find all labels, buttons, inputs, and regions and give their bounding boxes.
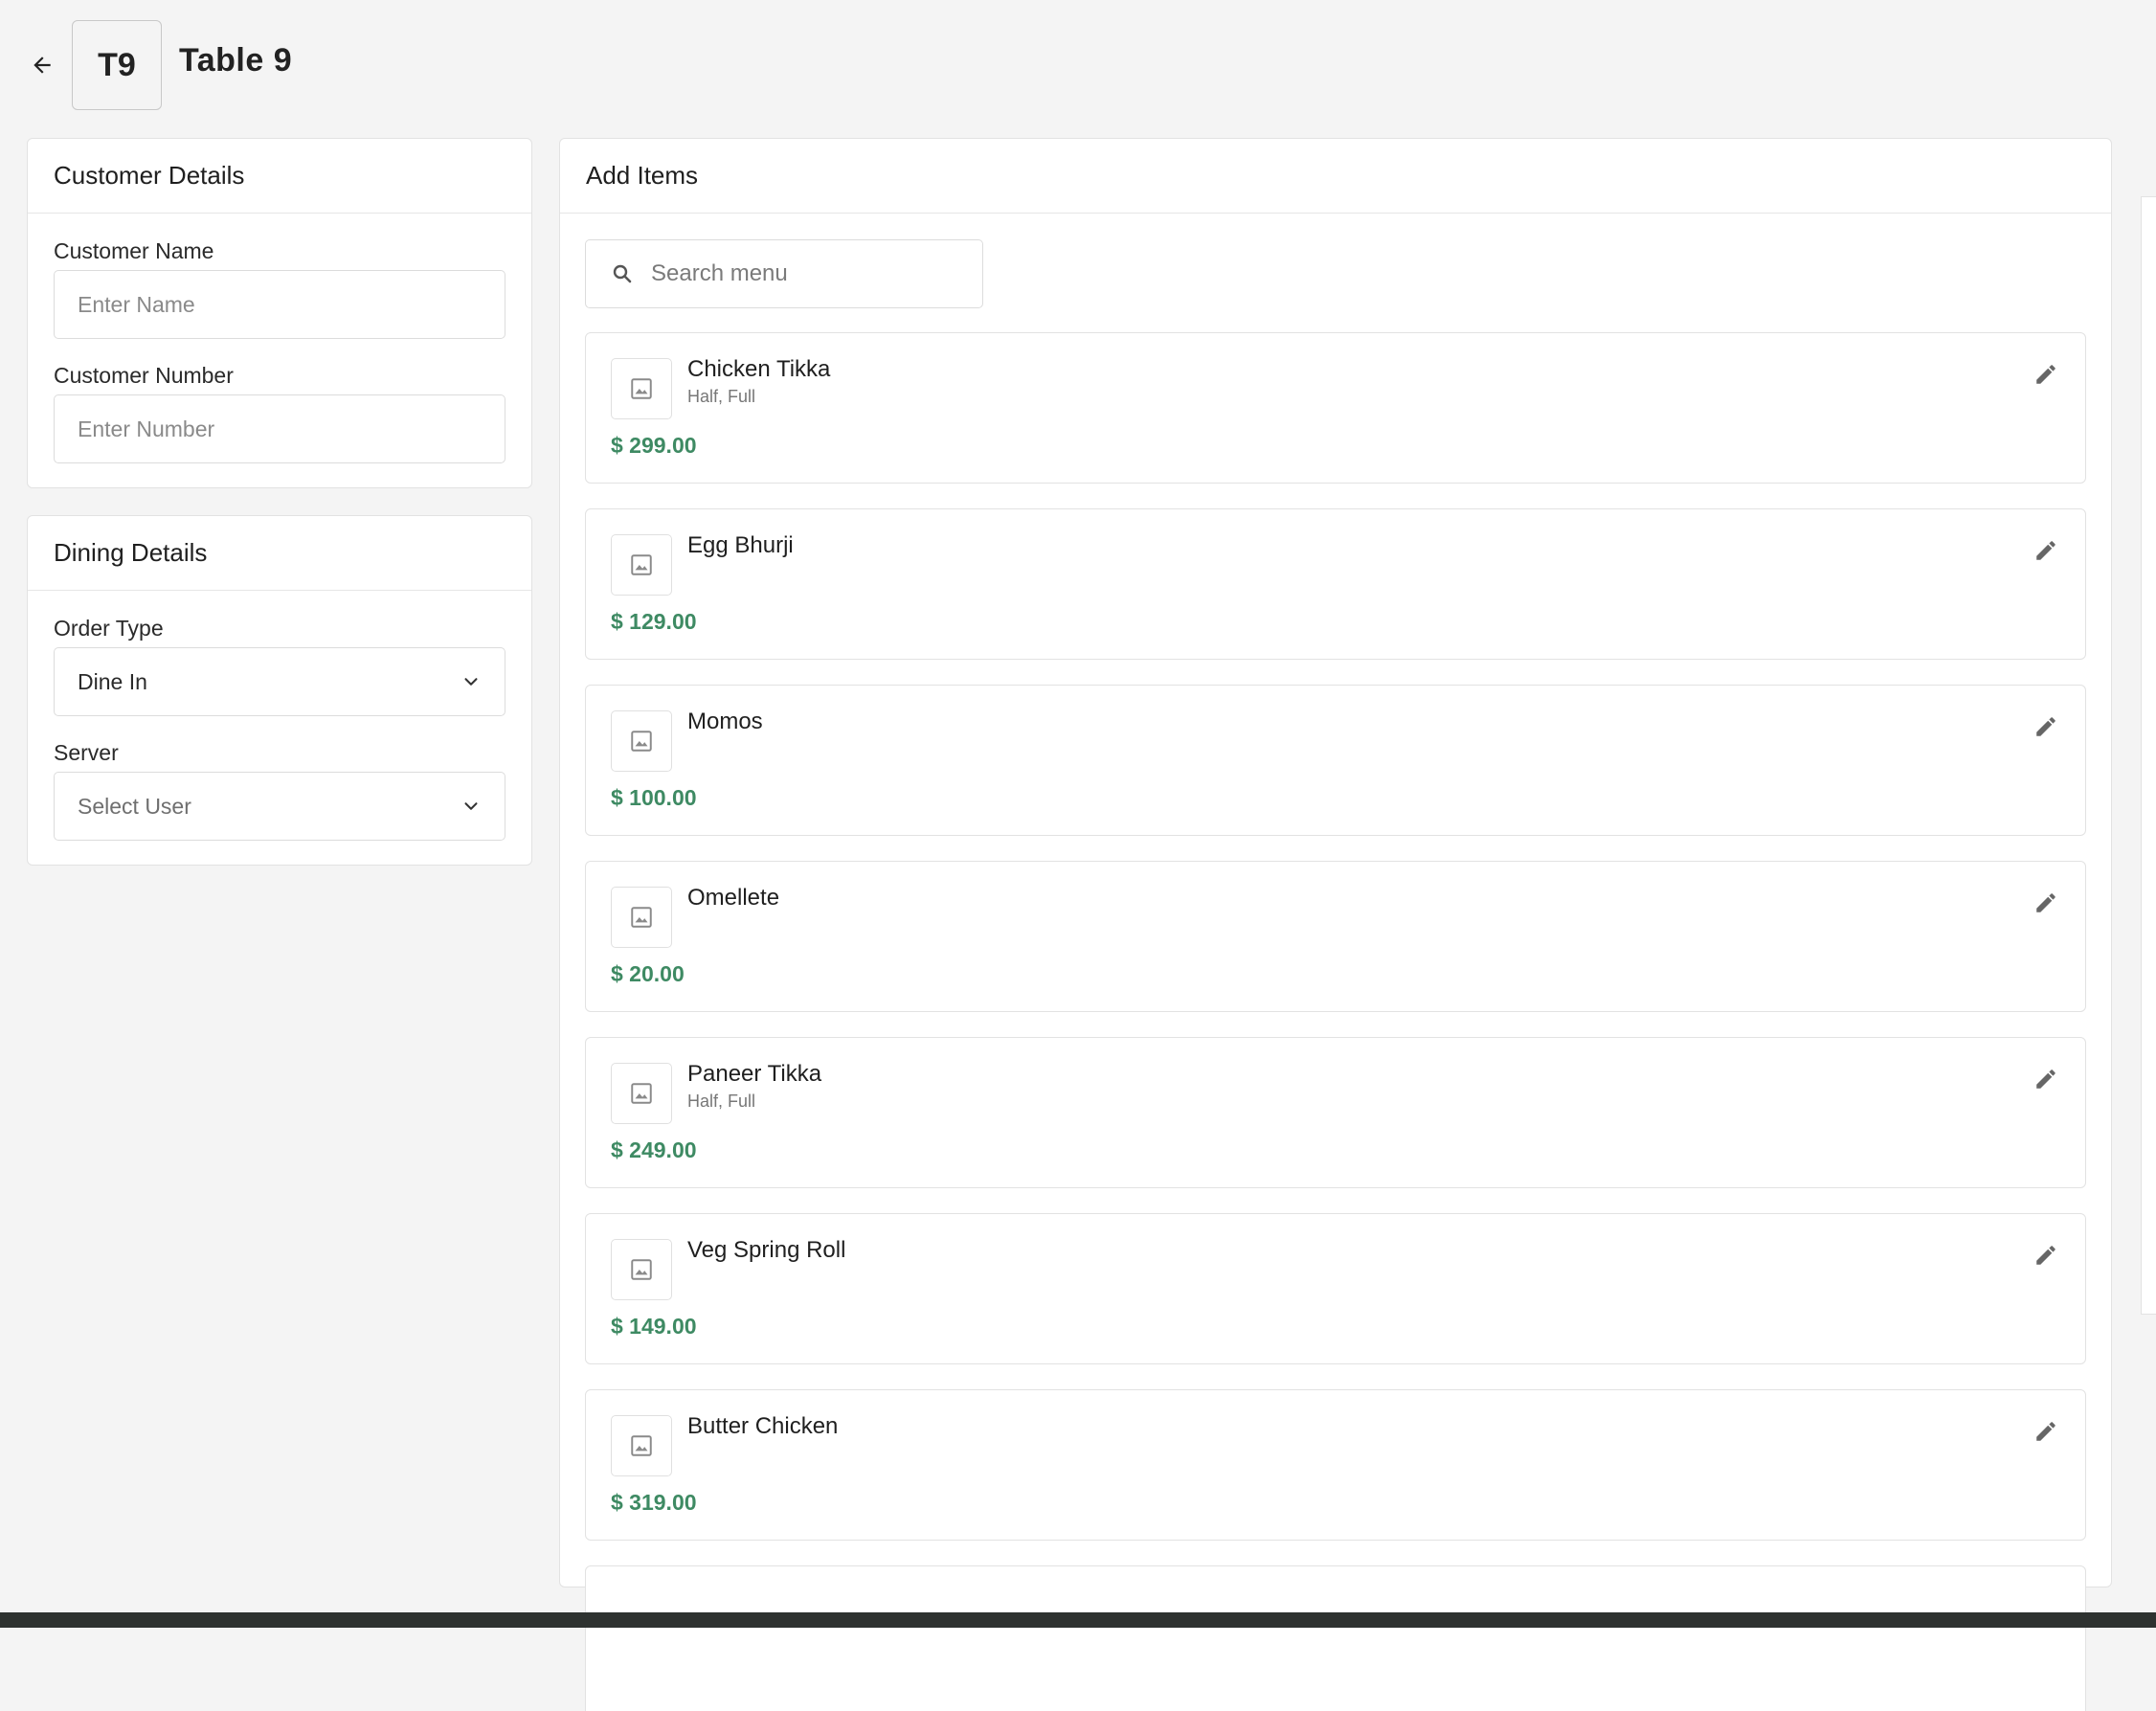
item-image-placeholder: [611, 887, 672, 948]
item-name: Egg Bhurji: [687, 532, 794, 558]
image-icon: [631, 731, 652, 752]
bottom-strip: [0, 1612, 2156, 1628]
menu-search[interactable]: [585, 239, 983, 308]
table-badge: T9: [72, 20, 162, 110]
back-button[interactable]: [25, 48, 59, 82]
add-items-card: Add Items Chicken Tikka Half, Full $ 299…: [559, 138, 2112, 1711]
image-icon: [631, 1259, 652, 1280]
image-icon: [631, 1435, 652, 1456]
menu-item[interactable]: Omellete $ 20.00: [585, 861, 2086, 1012]
menu-item-list: Chicken Tikka Half, Full $ 299.00 Egg Bh…: [585, 332, 2086, 1711]
item-name: Omellete: [687, 885, 780, 911]
image-icon: [631, 378, 652, 399]
chevron-down-icon: [464, 678, 478, 686]
item-image-placeholder: [611, 1415, 672, 1476]
pencil-icon: [2036, 1246, 2055, 1265]
pencil-icon: [2036, 1422, 2055, 1441]
item-name: Paneer Tikka: [687, 1061, 822, 1087]
page-title: Table 9: [179, 42, 293, 79]
side-panel-edge: [2141, 196, 2156, 1315]
item-image-placeholder: [611, 1063, 672, 1124]
image-icon: [631, 554, 652, 575]
add-items-title: Add Items: [560, 139, 2111, 214]
item-image-placeholder: [611, 534, 672, 596]
pencil-icon: [2036, 541, 2055, 560]
menu-item[interactable]: Butter Chicken $ 319.00: [585, 1389, 2086, 1541]
edit-item-button[interactable]: [2030, 358, 2062, 391]
item-price: $ 249.00: [611, 1137, 697, 1162]
pencil-icon: [2036, 1069, 2055, 1089]
customer-details-card: Customer Details Customer Name Customer …: [27, 138, 532, 488]
server-placeholder: Select User: [78, 793, 191, 819]
page-header: T9 Table 9: [0, 0, 2156, 134]
server-label: Server: [54, 740, 119, 765]
chevron-down-icon: [464, 802, 478, 810]
item-price: $ 299.00: [611, 433, 697, 458]
customer-number-label: Customer Number: [54, 363, 234, 388]
item-price: $ 20.00: [611, 961, 685, 986]
customer-number-input[interactable]: [54, 394, 505, 463]
order-type-select[interactable]: Dine In: [54, 647, 505, 716]
server-select[interactable]: Select User: [54, 772, 505, 841]
app-root: T9 Table 9 Customer Details Customer Nam…: [0, 0, 2156, 1711]
item-variants: Half, Full: [687, 1092, 756, 1111]
item-name: Veg Spring Roll: [687, 1237, 846, 1263]
item-image-placeholder: [611, 1239, 672, 1300]
item-name: Butter Chicken: [687, 1413, 839, 1439]
image-icon: [631, 907, 652, 928]
customer-name-label: Customer Name: [54, 238, 214, 263]
menu-item[interactable]: Paneer Tikka Half, Full $ 249.00: [585, 1037, 2086, 1188]
menu-item[interactable]: Egg Bhurji $ 129.00: [585, 508, 2086, 660]
menu-item[interactable]: Chicken Tikka Half, Full $ 299.00: [585, 332, 2086, 484]
item-price: $ 149.00: [611, 1314, 697, 1339]
item-image-placeholder: [611, 710, 672, 772]
search-icon: [613, 264, 632, 283]
customer-details-title: Customer Details: [28, 139, 531, 214]
edit-item-button[interactable]: [2030, 1239, 2062, 1272]
item-price: $ 319.00: [611, 1490, 697, 1515]
pencil-icon: [2036, 365, 2055, 384]
item-variants: Half, Full: [687, 387, 756, 406]
customer-name-input[interactable]: [54, 270, 505, 339]
edit-item-button[interactable]: [2030, 887, 2062, 919]
pencil-icon: [2036, 893, 2055, 912]
pencil-icon: [2036, 717, 2055, 736]
image-icon: [631, 1083, 652, 1104]
item-price: $ 100.00: [611, 785, 697, 810]
dining-details-card: Dining Details Order Type Dine In Server…: [27, 515, 532, 866]
arrow-left-icon: [34, 56, 51, 74]
menu-item-partial[interactable]: [585, 1565, 2086, 1711]
item-image-placeholder: [611, 358, 672, 419]
item-name: Chicken Tikka: [687, 356, 831, 382]
edit-item-button[interactable]: [2030, 534, 2062, 567]
search-input[interactable]: [649, 259, 969, 288]
item-name: Momos: [687, 709, 763, 734]
order-type-label: Order Type: [54, 616, 164, 641]
edit-item-button[interactable]: [2030, 1415, 2062, 1448]
menu-item[interactable]: Veg Spring Roll $ 149.00: [585, 1213, 2086, 1364]
edit-item-button[interactable]: [2030, 1063, 2062, 1095]
order-type-value: Dine In: [78, 668, 147, 694]
menu-item[interactable]: Momos $ 100.00: [585, 685, 2086, 836]
item-price: $ 129.00: [611, 609, 697, 634]
dining-details-title: Dining Details: [28, 516, 531, 591]
edit-item-button[interactable]: [2030, 710, 2062, 743]
